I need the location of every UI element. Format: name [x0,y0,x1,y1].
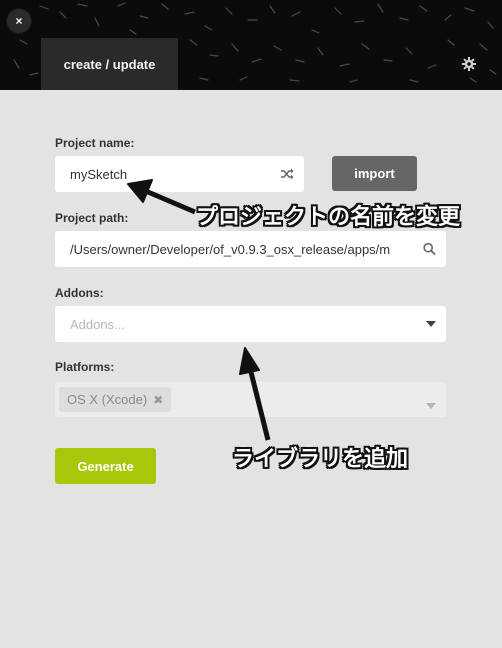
project-path-value: /Users/owner/Developer/of_v0.9.3_osx_rel… [70,241,391,257]
browse-path-button[interactable] [423,242,436,256]
import-button[interactable]: import [332,156,417,191]
tab-label: create / update [63,56,156,72]
addons-placeholder: Addons... [70,316,125,332]
shuffle-icon [281,168,294,180]
generate-label: Generate [77,458,134,474]
platforms-dropdown-button[interactable] [426,396,436,414]
header-background: × create / update [0,0,502,90]
gear-icon [462,57,476,71]
platform-chip: OS X (Xcode) ✖ [59,387,172,412]
caret-down-icon [426,321,436,327]
caret-down-icon [426,403,436,409]
tab-create-update[interactable]: create / update [41,38,178,90]
project-path-field[interactable]: /Users/owner/Developer/of_v0.9.3_osx_rel… [55,231,446,267]
randomize-name-button[interactable] [280,168,294,180]
import-label: import [354,166,395,181]
annotation-rename: プロジェクトの名前を変更 [196,205,461,230]
form-panel: Project name: mySketch import Project pa… [0,90,502,648]
addons-dropdown-button[interactable] [426,321,436,327]
close-button[interactable]: × [6,8,32,34]
addons-field[interactable]: Addons... [55,306,446,342]
project-name-value: mySketch [70,166,128,182]
platforms-label: Platforms: [55,360,115,374]
close-icon: × [15,14,23,28]
settings-button[interactable] [460,55,478,73]
addons-label: Addons: [55,286,104,300]
platform-chip-label: OS X (Xcode) [67,392,148,407]
platforms-field[interactable]: OS X (Xcode) ✖ [55,382,446,417]
project-path-label: Project path: [55,211,129,225]
project-name-field[interactable]: mySketch [55,156,304,192]
generate-button[interactable]: Generate [55,448,156,484]
remove-platform-icon[interactable]: ✖ [153,393,163,407]
project-name-label: Project name: [55,136,135,150]
annotation-add-library: ライブラリを追加 [232,447,409,472]
search-icon [423,242,436,256]
